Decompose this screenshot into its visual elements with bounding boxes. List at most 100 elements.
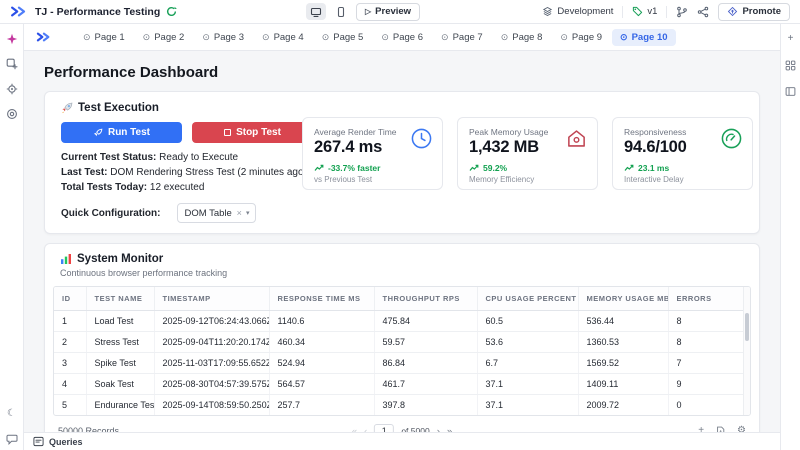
app-logo-icon	[36, 32, 51, 42]
scrollbar-thumb[interactable]	[745, 313, 749, 341]
column-header-id[interactable]: ID	[54, 287, 87, 311]
next-page-button[interactable]: ›	[437, 426, 440, 433]
tab-page-4[interactable]: ⊙ Page 4	[254, 29, 312, 46]
tag-icon	[633, 6, 643, 17]
table-row[interactable]: 2 Stress Test 2025-09-04T11:20:20.174Z 460.…	[54, 331, 750, 353]
page-icon: ⊙	[321, 31, 330, 42]
trend-up-icon	[469, 164, 479, 171]
page-icon: ⊙	[560, 31, 568, 42]
chat-icon[interactable]	[6, 433, 18, 445]
sync-status-icon	[166, 6, 178, 17]
gauge-icon	[721, 128, 742, 149]
stat-card-render-time: Average Render Time 267.4 ms -33.7% fast…	[302, 117, 443, 190]
quick-config-row: Quick Configuration: DOM Table × ▾	[61, 203, 743, 223]
tab-page-2[interactable]: ⊙ Page 2	[135, 29, 193, 46]
column-header-throughput[interactable]: THROUGHPUT RPS	[374, 287, 478, 311]
stat-cards: Average Render Time 267.4 ms -33.7% fast…	[302, 117, 753, 190]
clock-icon	[411, 128, 432, 149]
system-monitor-card: System Monitor Continuous browser perfor…	[44, 243, 760, 432]
add-component-icon[interactable]: +	[785, 33, 797, 45]
inspect-icon[interactable]	[6, 83, 18, 95]
table-row[interactable]: 5 Endurance Test 2025-09-14T08:59:50.250Z 2…	[54, 394, 750, 415]
page-number-input[interactable]	[374, 423, 395, 432]
first-page-button[interactable]: «	[352, 426, 357, 433]
tab-page-1[interactable]: ⊙ Page 1	[75, 29, 133, 46]
divider	[622, 5, 624, 18]
quick-config-select[interactable]: DOM Table × ▾	[177, 203, 257, 223]
device-preview-group: ▷ Preview	[306, 2, 421, 21]
left-toolbar: ☾	[0, 24, 24, 450]
topbar-right-group: Development v1 Promote	[542, 2, 790, 21]
table-row[interactable]: 3 Spike Test 2025-11-03T17:09:55.652Z 524.9…	[54, 352, 750, 374]
column-header-errors[interactable]: ERRORS	[668, 287, 750, 311]
column-header-timestamp[interactable]: TIMESTAMP	[154, 287, 270, 311]
stop-test-button[interactable]: Stop Test	[192, 122, 313, 143]
tab-page-5[interactable]: ⊙ Page 5	[314, 29, 372, 46]
table-header-row: ID TEST NAME TIMESTAMP RESPONSE TIME MS …	[54, 287, 750, 311]
queries-icon	[33, 436, 44, 447]
tab-page-9[interactable]: ⊙ Page 9	[552, 29, 610, 46]
rocket-icon	[61, 102, 73, 114]
promote-button[interactable]: Promote	[718, 2, 790, 21]
quick-config-value: DOM Table	[184, 207, 232, 219]
tab-page-10[interactable]: ⊙ Page 10	[612, 28, 676, 46]
dark-mode-icon[interactable]: ☾	[6, 408, 18, 420]
stop-icon	[224, 129, 232, 136]
column-header-cpu[interactable]: CPU USAGE PERCENT	[477, 287, 579, 311]
environment-selector[interactable]: Development	[542, 6, 613, 17]
share-icon	[698, 6, 709, 17]
retool-logo-icon	[10, 6, 27, 17]
component-tree-icon[interactable]	[785, 59, 797, 71]
tab-page-8[interactable]: ⊙ Page 8	[493, 29, 551, 46]
column-header-memory[interactable]: MEMORY USAGE MB	[578, 287, 669, 311]
page-icon: ⊙	[500, 31, 509, 42]
bar-chart-icon	[61, 254, 71, 264]
prev-page-button[interactable]: ‹	[364, 426, 367, 433]
preview-button[interactable]: ▷ Preview	[356, 2, 421, 21]
tab-page-6[interactable]: ⊙ Page 6	[373, 29, 431, 46]
bottom-panel-bar[interactable]: Queries	[24, 432, 780, 450]
insert-component-icon[interactable]	[6, 58, 18, 70]
stat-card-memory: Peak Memory Usage 1,432 MB 59.2% Memory …	[457, 117, 598, 190]
table-row[interactable]: 4 Soak Test 2025-08-30T04:57:39.575Z 564.57…	[54, 373, 750, 395]
tab-page-7[interactable]: ⊙ Page 7	[433, 29, 491, 46]
page-icon: ⊙	[142, 31, 151, 42]
version-tag[interactable]: v1	[632, 6, 657, 17]
environment-icon	[543, 6, 553, 17]
play-icon: ▷	[365, 7, 372, 16]
column-header-test-name[interactable]: TEST NAME	[86, 287, 155, 311]
table-settings-icon[interactable]: ⚙	[737, 426, 746, 433]
settings-target-icon[interactable]	[6, 108, 18, 120]
right-toolbar: +	[780, 24, 800, 450]
trend-up-icon	[624, 164, 634, 171]
chevron-down-icon[interactable]: ▾	[246, 209, 250, 217]
run-rocket-icon	[93, 128, 103, 136]
mobile-view-button[interactable]	[331, 3, 351, 20]
page-icon: ⊙	[83, 31, 91, 42]
page-of-label: of 5000	[401, 426, 430, 432]
promote-icon	[728, 6, 738, 17]
pagination: « ‹ of 5000 › »	[352, 423, 452, 433]
column-header-response-time[interactable]: RESPONSE TIME MS	[269, 287, 375, 311]
test-execution-title: Test Execution	[61, 102, 743, 114]
tab-page-3[interactable]: ⊙ Page 3	[194, 29, 252, 46]
page-icon: ⊙	[262, 31, 270, 42]
canvas: Performance Dashboard Test Execution Run…	[24, 51, 780, 432]
page-tabs-bar: ⊙ Page 1 ⊙ Page 2 ⊙ Page 3 ⊙ Page 4 ⊙ Page 5 …	[24, 24, 780, 51]
branch-button[interactable]	[676, 6, 688, 18]
run-test-button[interactable]: Run Test	[61, 122, 182, 143]
page-icon: ⊙	[620, 31, 628, 42]
add-row-icon[interactable]: +	[698, 426, 704, 433]
last-page-button[interactable]: »	[447, 426, 452, 433]
memory-alert-icon	[566, 128, 587, 149]
download-icon[interactable]	[715, 426, 726, 432]
share-button[interactable]	[697, 6, 709, 18]
docs-panel-icon[interactable]	[785, 85, 797, 97]
ai-assistant-icon[interactable]	[6, 33, 18, 45]
clear-icon[interactable]: ×	[237, 208, 242, 218]
table-row[interactable]: 1 Load Test 2025-09-12T06:24:43.066Z 1140.6…	[54, 310, 750, 332]
quick-config-label: Quick Configuration:	[61, 207, 161, 219]
desktop-view-button[interactable]	[306, 3, 326, 20]
table-footer: 50000 Records « ‹ of 5000 › » +	[53, 423, 751, 432]
stat-card-responsiveness: Responsiveness 94.6/100 23.1 ms Interact…	[612, 117, 753, 190]
